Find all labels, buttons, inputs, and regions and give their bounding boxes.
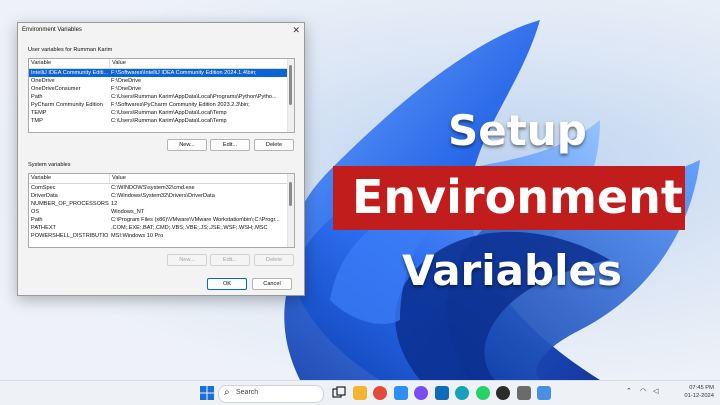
- variable-name: OneDriveConsumer: [31, 86, 81, 92]
- task-view-icon[interactable]: [332, 386, 346, 400]
- variable-name: PyCharm Community Edition: [31, 102, 103, 108]
- chevron-up-icon[interactable]: ⌃: [626, 387, 632, 395]
- user-delete-button[interactable]: Delete: [254, 139, 294, 151]
- environment-variables-dialog: Environment Variables ✕ User variables f…: [17, 22, 305, 296]
- table-row[interactable]: POWERSHELL_DISTRIBUTIO... MSI:Windows 10 …: [29, 232, 294, 240]
- variable-name: Path: [31, 94, 43, 100]
- variable-name: OS: [31, 209, 40, 215]
- wifi-icon[interactable]: ◠: [640, 387, 646, 395]
- cancel-button[interactable]: Cancel: [252, 278, 292, 290]
- variable-value: C:\WINDOWS\system32\cmd.exe: [111, 185, 195, 191]
- variable-value: .COM;.EXE;.BAT;.CMD;.VBS;.VBE;.JS;.JSE;.…: [111, 225, 268, 231]
- system-list-scrollbar[interactable]: [287, 174, 294, 247]
- search-placeholder: Search: [236, 389, 259, 396]
- table-row[interactable]: OneDriveConsumer F:\OneDrive: [29, 85, 294, 93]
- variable-value: F:\Softwares\IntelliJ IDEA Community Edi…: [111, 70, 257, 76]
- overlay-title-setup: Setup: [448, 106, 587, 155]
- table-row[interactable]: OS Windows_NT: [29, 208, 294, 216]
- user-edit-button[interactable]: Edit...: [210, 139, 250, 151]
- table-row[interactable]: OneDrive F:\OneDrive: [29, 77, 294, 85]
- table-row[interactable]: Path C:\Program Files (x86)\VMware\VMware…: [29, 216, 294, 224]
- variable-value: F:\Softwares\PyCharm Community Edition 2…: [111, 102, 250, 108]
- user-list-header: Variable Value: [29, 59, 294, 69]
- variable-value: C:\Users\Rumman Karim\AppData\Local\Prog…: [111, 94, 277, 100]
- system-variables-list[interactable]: Variable Value ComSpec C:\WINDOWS\system3…: [28, 173, 295, 248]
- search-icon: ⌕: [224, 387, 230, 398]
- dialog-title: Environment Variables: [22, 27, 82, 33]
- system-delete-button[interactable]: Delete: [254, 254, 294, 266]
- table-row[interactable]: PyCharm Community Edition F:\Softwares\Py…: [29, 101, 294, 109]
- obs-icon[interactable]: [496, 386, 510, 400]
- variable-name: OneDrive: [31, 78, 55, 84]
- variable-value: C:\Users\Rumman Karim\AppData\Local\Temp: [111, 118, 227, 124]
- column-header-value[interactable]: Value: [110, 59, 126, 68]
- whatsapp-icon[interactable]: [475, 386, 490, 400]
- messenger-icon[interactable]: [414, 386, 428, 400]
- overlay-title-environment: Environment: [352, 170, 683, 224]
- user-variables-label: User variables for Rumman Karim: [28, 47, 113, 53]
- ok-button[interactable]: OK: [207, 278, 247, 290]
- outlook-icon[interactable]: [434, 386, 449, 400]
- table-row[interactable]: IntelliJ IDEA Community Editi... F:\Softw…: [29, 69, 294, 77]
- app-icon[interactable]: [537, 386, 551, 400]
- variable-value: MSI:Windows 10 Pro: [111, 233, 164, 239]
- variable-value: C:\Windows\System32\Drivers\DriverData: [111, 193, 215, 199]
- variable-value: Windows_NT: [111, 209, 145, 215]
- column-header-value[interactable]: Value: [110, 174, 126, 183]
- variable-name: TMP: [31, 118, 43, 124]
- clock-time: 07:45 PM: [689, 385, 714, 391]
- close-icon[interactable]: ✕: [292, 25, 300, 36]
- variable-name: DriverData: [31, 193, 58, 199]
- edge-icon[interactable]: [455, 386, 469, 400]
- table-row[interactable]: TMP C:\Users\Rumman Karim\AppData\Local\T…: [29, 117, 294, 125]
- system-edit-button[interactable]: Edit...: [210, 254, 250, 266]
- table-row[interactable]: PATHEXT .COM;.EXE;.BAT;.CMD;.VBS;.VBE;.JS…: [29, 224, 294, 232]
- table-row[interactable]: DriverData C:\Windows\System32\Drivers\Dr…: [29, 192, 294, 200]
- variable-value: C:\Users\Rumman Karim\AppData\Local\Temp: [111, 110, 227, 116]
- search-box[interactable]: ⌕ Search: [218, 385, 324, 403]
- variable-value: F:\OneDrive: [111, 86, 142, 92]
- variable-value: F:\OneDrive: [111, 78, 142, 84]
- table-row[interactable]: TEMP C:\Users\Rumman Karim\AppData\Local\…: [29, 109, 294, 117]
- system-variables-label: System variables: [28, 162, 71, 168]
- variable-name: Path: [31, 217, 43, 223]
- variable-value: C:\Program Files (x86)\VMware\VMware Wor…: [111, 217, 280, 223]
- chrome-icon[interactable]: [373, 386, 387, 400]
- volume-icon[interactable]: ◁: [653, 387, 658, 395]
- variable-name: POWERSHELL_DISTRIBUTIO...: [31, 233, 109, 239]
- dialog-titlebar[interactable]: Environment Variables ✕: [18, 23, 304, 39]
- table-row[interactable]: ComSpec C:\WINDOWS\system32\cmd.exe: [29, 184, 294, 192]
- variable-name: IntelliJ IDEA Community Editi...: [31, 70, 109, 76]
- settings-icon[interactable]: [516, 386, 531, 400]
- column-header-variable[interactable]: Variable: [29, 59, 110, 68]
- column-header-variable[interactable]: Variable: [29, 174, 110, 183]
- overlay-title-variables: Variables: [402, 246, 622, 295]
- file-explorer-icon[interactable]: [352, 386, 367, 400]
- system-list-header: Variable Value: [29, 174, 294, 184]
- system-new-button[interactable]: New...: [167, 254, 207, 266]
- clock[interactable]: 07:45 PM 01-12-2024: [684, 384, 714, 400]
- table-row[interactable]: Path C:\Users\Rumman Karim\AppData\Local\…: [29, 93, 294, 101]
- variable-name: NUMBER_OF_PROCESSORS: [31, 201, 109, 207]
- user-list-scrollbar[interactable]: [287, 59, 294, 132]
- variable-name: PATHEXT: [31, 225, 56, 231]
- variable-name: ComSpec: [31, 185, 56, 191]
- clock-date: 01-12-2024: [684, 393, 714, 399]
- table-row[interactable]: NUMBER_OF_PROCESSORS 12: [29, 200, 294, 208]
- user-variables-list[interactable]: Variable Value IntelliJ IDEA Community E…: [28, 58, 295, 133]
- variable-name: TEMP: [31, 110, 47, 116]
- start-icon[interactable]: [200, 386, 214, 400]
- photos-icon[interactable]: [393, 386, 408, 400]
- variable-value: 12: [111, 201, 118, 207]
- user-new-button[interactable]: New...: [167, 139, 207, 151]
- taskbar: ⌕ Search ⌃ ◠ ◁ 07:45 PM 01-12-2024: [0, 380, 720, 405]
